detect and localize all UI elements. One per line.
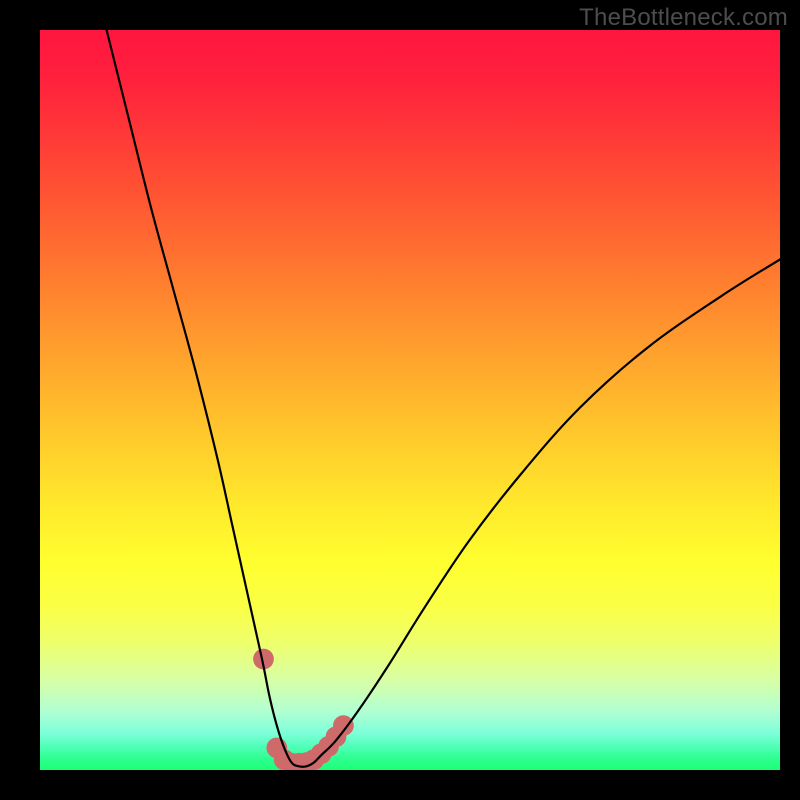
- plot-area: [40, 30, 780, 770]
- highlight-markers: [253, 649, 354, 770]
- watermark-text: TheBottleneck.com: [579, 4, 788, 32]
- bottleneck-curve: [107, 30, 780, 767]
- chart-frame: TheBottleneck.com: [0, 0, 800, 800]
- curve-layer: [40, 30, 780, 770]
